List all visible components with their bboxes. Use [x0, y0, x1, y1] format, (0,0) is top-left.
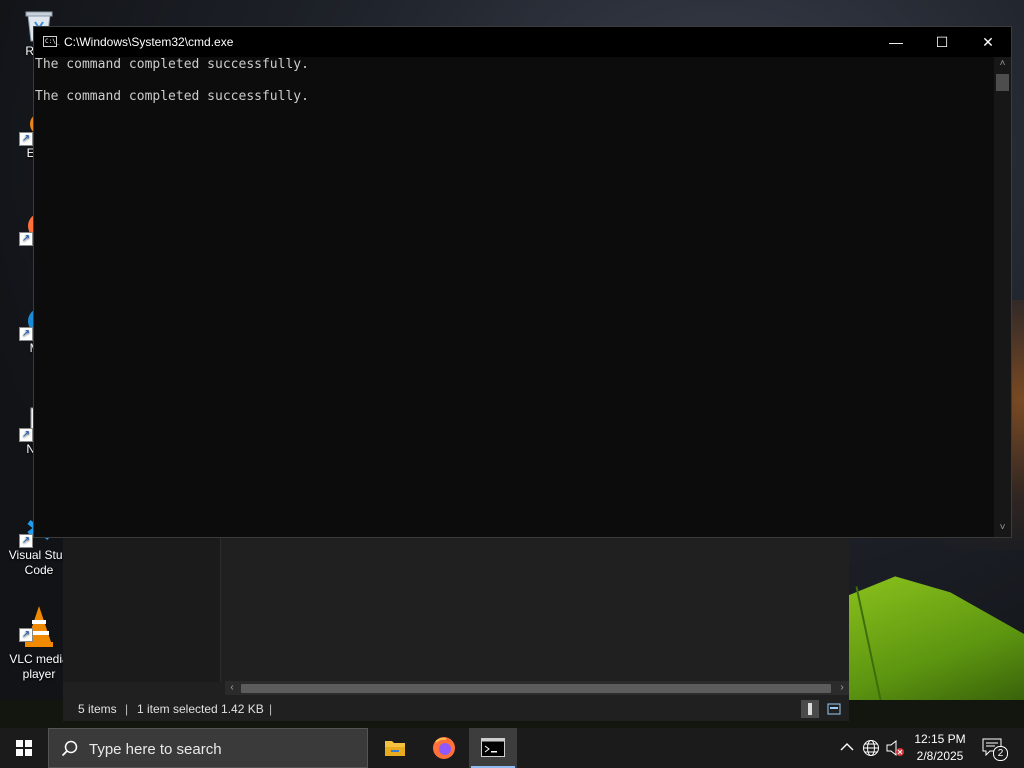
shortcut-arrow-icon: ↗	[19, 628, 33, 642]
folder-icon	[385, 741, 405, 756]
show-hidden-icons-button[interactable]	[838, 728, 856, 768]
cmd-app-icon: C:\_	[43, 36, 60, 47]
scroll-up-icon[interactable]: ˄	[994, 57, 1011, 71]
firefox-icon	[433, 737, 455, 759]
search-placeholder: Type here to search	[89, 741, 222, 758]
status-separator: |	[269, 702, 273, 716]
scrollbar-thumb[interactable]	[241, 684, 831, 693]
scroll-down-icon[interactable]: ˅	[994, 521, 1011, 535]
maximize-button[interactable]: ☐	[919, 27, 965, 57]
taskbar-command-prompt[interactable]	[469, 728, 517, 768]
start-button[interactable]	[0, 728, 48, 768]
scroll-left-icon[interactable]: ‹	[225, 681, 239, 695]
clock-time: 12:15 PM	[914, 732, 966, 746]
large-icons-view-button[interactable]	[825, 700, 843, 718]
taskbar-file-explorer[interactable]	[371, 728, 419, 768]
status-item-count: 5 items	[78, 702, 117, 716]
file-explorer-window[interactable]: ‹ › 5 items | 1 item selected 1.42 KB |	[63, 538, 849, 721]
status-selection: 1 item selected 1.42 KB	[137, 702, 264, 716]
volume-button[interactable]	[884, 728, 906, 768]
speaker-muted-icon	[886, 739, 904, 757]
console-line: The command completed successfully.	[35, 57, 309, 72]
clock[interactable]: 12:15 PM 2/8/2025	[905, 731, 975, 765]
details-view-button[interactable]	[801, 700, 819, 718]
shortcut-arrow-icon: ↗	[19, 327, 33, 341]
chevron-up-icon	[840, 743, 854, 751]
scroll-right-icon[interactable]: ›	[835, 681, 849, 695]
shortcut-arrow-icon: ↗	[19, 232, 33, 246]
close-button[interactable]: ✕	[965, 27, 1011, 57]
window-title: C:\Windows\System32\cmd.exe	[64, 35, 234, 49]
vertical-scrollbar[interactable]: ˄ ˅	[994, 57, 1011, 537]
taskbar-firefox[interactable]	[420, 728, 468, 768]
cmd-window[interactable]: C:\_ C:\Windows\System32\cmd.exe — ☐ ✕ T…	[33, 26, 1012, 538]
cmd-icon	[481, 738, 505, 757]
search-icon	[61, 740, 79, 758]
cmd-titlebar[interactable]: C:\_ C:\Windows\System32\cmd.exe — ☐ ✕	[34, 27, 1011, 57]
console-output[interactable]: The command completed successfully. The …	[34, 57, 996, 537]
notification-center-button[interactable]: 2	[980, 736, 1008, 761]
navigation-pane[interactable]	[63, 538, 221, 682]
notification-count-badge: 2	[993, 746, 1008, 761]
taskbar: Type here to search 12:15 PM 2/8/2025 2	[0, 728, 1024, 768]
clock-date: 2/8/2025	[916, 749, 964, 763]
console-line: The command completed successfully.	[35, 89, 309, 104]
status-bar: 5 items | 1 item selected 1.42 KB |	[63, 697, 849, 721]
network-button[interactable]	[861, 728, 881, 768]
scrollbar-thumb[interactable]	[996, 74, 1009, 91]
shortcut-arrow-icon: ↗	[19, 534, 33, 548]
shortcut-arrow-icon: ↗	[19, 132, 33, 146]
shortcut-arrow-icon: ↗	[19, 428, 33, 442]
horizontal-scrollbar[interactable]: ‹ ›	[225, 681, 849, 695]
globe-icon	[863, 740, 879, 756]
search-box[interactable]: Type here to search	[48, 728, 368, 768]
minimize-button[interactable]: —	[873, 27, 919, 57]
vlc-icon: ↗	[19, 604, 55, 648]
windows-logo-icon	[16, 740, 32, 756]
status-separator: |	[125, 702, 129, 716]
